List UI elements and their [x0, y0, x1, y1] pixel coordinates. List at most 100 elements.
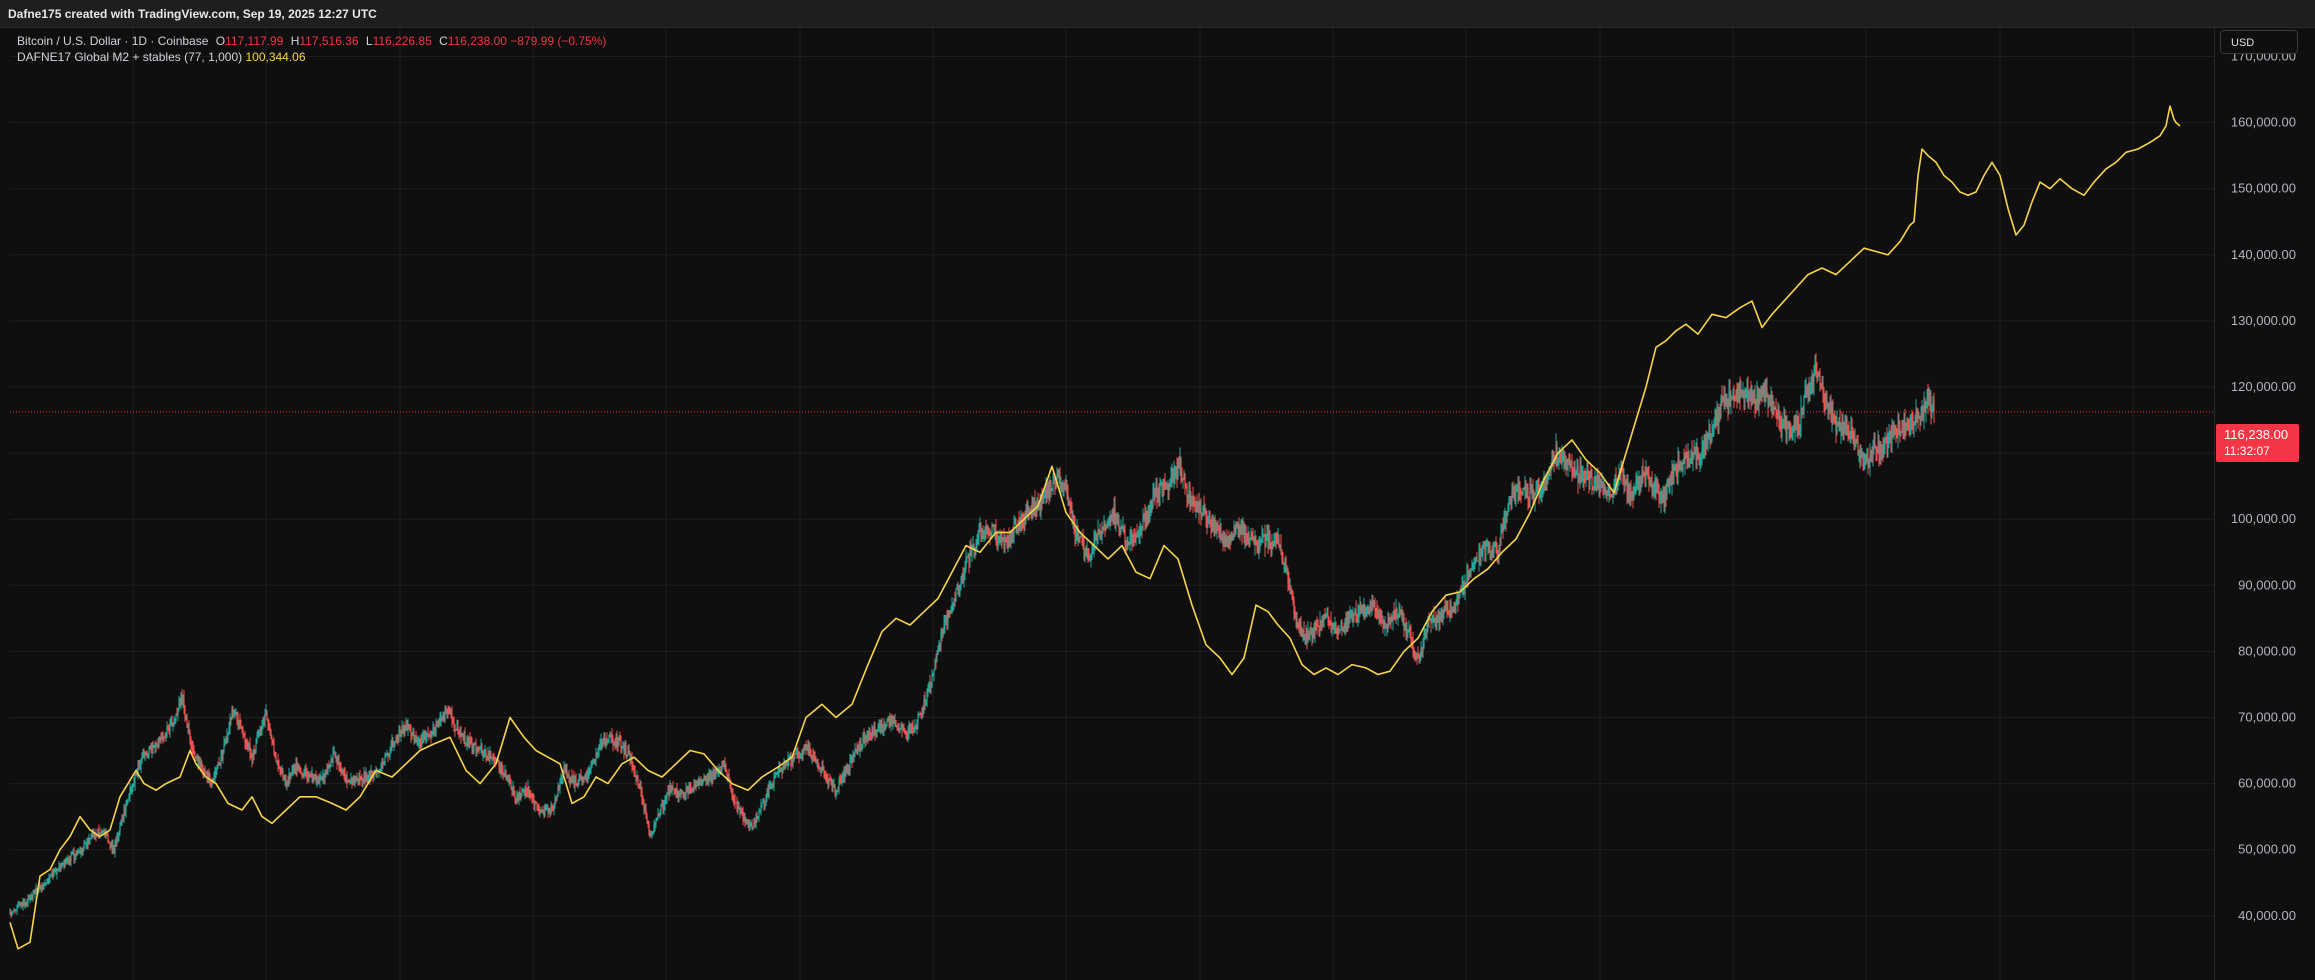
candle-body	[130, 788, 132, 790]
candle-body	[213, 775, 215, 782]
candle-body	[294, 768, 296, 772]
candle-body	[319, 778, 321, 782]
candle-body	[1482, 546, 1484, 555]
candle-body	[1328, 617, 1330, 621]
candle-body	[899, 727, 901, 733]
candle-body	[177, 709, 179, 715]
candle-body	[1310, 629, 1312, 634]
candle-body	[269, 727, 271, 730]
indicator-legend-row[interactable]: DAFNE17 Global M2 + stables (77, 1,000) …	[17, 49, 606, 65]
candle-body	[765, 795, 767, 802]
candle-body	[1532, 488, 1534, 498]
candle-body	[720, 769, 722, 771]
price-axis-tick-label: 140,000.00	[2231, 247, 2296, 262]
candle-body	[1701, 448, 1703, 455]
candle-body	[1034, 500, 1036, 509]
candle-body	[1561, 454, 1563, 465]
candle-body	[776, 773, 778, 775]
candle-body	[1779, 416, 1781, 428]
candle-body	[594, 759, 596, 762]
candle-body	[501, 764, 503, 771]
candle-body	[1255, 539, 1257, 544]
currency-selector[interactable]: USD	[2220, 30, 2298, 54]
candle-body	[1228, 537, 1230, 540]
candle-body	[1016, 528, 1018, 531]
candle-body	[485, 751, 487, 758]
candle-body	[100, 833, 102, 835]
candle-body	[457, 727, 459, 735]
candle-body	[77, 852, 79, 855]
candle-body	[1495, 541, 1497, 545]
candle-body	[1612, 495, 1614, 497]
candle-body	[1847, 425, 1849, 433]
candle-body	[452, 719, 454, 722]
symbol-legend-row[interactable]: Bitcoin / U.S. Dollar · 1D · Coinbase O1…	[17, 33, 606, 49]
candle-body	[1287, 568, 1289, 582]
candle-body	[1184, 473, 1186, 486]
candle-body	[1766, 389, 1768, 393]
candle-body	[809, 747, 811, 750]
candle-body	[388, 754, 390, 755]
candle-body	[1646, 469, 1648, 472]
candle-body	[1689, 461, 1691, 465]
candle-body	[162, 734, 164, 738]
candle-body	[148, 747, 150, 756]
candle-body	[712, 773, 714, 780]
candle-body	[1413, 651, 1415, 653]
candle-body	[1883, 442, 1885, 451]
candle-body	[309, 774, 311, 777]
candle-body	[291, 771, 293, 775]
candle-body	[305, 769, 307, 775]
candle-body	[1784, 418, 1786, 425]
candle-body	[1116, 513, 1118, 523]
candle-body	[731, 790, 733, 794]
price-chart[interactable]: 170,000.00160,000.00150,000.00140,000.00…	[0, 0, 2315, 980]
candle-body	[826, 776, 828, 778]
candle-body	[1419, 656, 1421, 659]
candle-body	[869, 731, 871, 735]
candle-body	[82, 850, 84, 853]
candle-body	[556, 795, 558, 801]
candle-body	[991, 525, 993, 535]
candle-body	[439, 719, 441, 721]
candle-body	[301, 772, 303, 776]
candle-body	[129, 788, 131, 796]
candle-body	[1537, 487, 1539, 489]
candle-body	[619, 737, 621, 741]
candle-body	[1867, 459, 1869, 467]
candle-body	[1124, 529, 1126, 544]
candle-body	[1322, 620, 1324, 627]
candle-body	[1928, 399, 1930, 401]
candle-body	[1515, 489, 1517, 495]
candle-body	[1894, 428, 1896, 431]
candle-body	[1797, 416, 1799, 427]
candle-body	[1713, 424, 1715, 430]
candle-body	[1803, 395, 1805, 411]
candle-body	[568, 774, 570, 778]
candle-body	[470, 741, 472, 743]
candle-body	[1567, 463, 1569, 470]
candle-body	[853, 755, 855, 756]
candle-body	[917, 715, 919, 725]
candle-body	[15, 910, 17, 912]
candle-body	[216, 768, 218, 770]
candle-body	[245, 742, 247, 745]
candle-body	[1170, 477, 1172, 480]
candle-body	[1005, 539, 1007, 543]
candle-body	[1433, 615, 1435, 620]
candle-body	[1832, 410, 1834, 416]
price-axis-tick-label: 70,000.00	[2238, 710, 2296, 725]
candle-body	[250, 753, 252, 756]
candle-body	[625, 746, 627, 757]
candle-body	[268, 725, 270, 728]
candle-body	[654, 822, 656, 826]
candle-body	[1249, 539, 1251, 544]
candle-body	[145, 753, 147, 756]
candle-body	[1580, 467, 1582, 479]
candle-body	[249, 744, 251, 754]
candle-body	[394, 741, 396, 746]
candle-body	[1238, 524, 1240, 534]
candle-body	[688, 786, 690, 795]
candle-body	[656, 817, 658, 820]
candle-body	[383, 762, 385, 765]
